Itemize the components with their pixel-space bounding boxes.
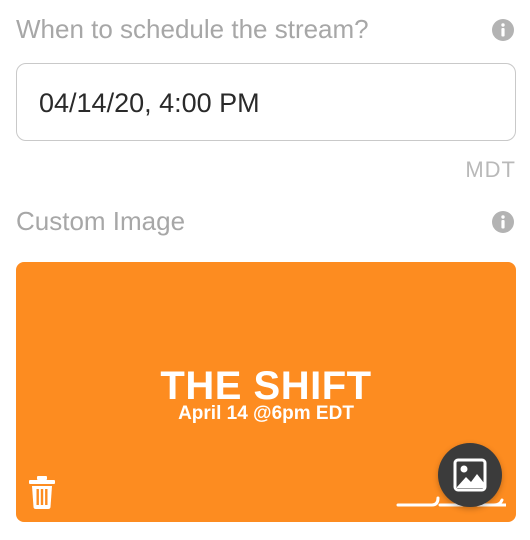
schedule-datetime-value: 04/14/20, 4:00 PM bbox=[39, 88, 260, 118]
custom-image-label: Custom Image bbox=[16, 206, 186, 236]
timezone-label: MDT bbox=[465, 157, 516, 182]
image-subtitle-text: April 14 @6pm EDT bbox=[178, 403, 354, 424]
change-image-button[interactable] bbox=[438, 443, 502, 507]
schedule-datetime-input[interactable]: 04/14/20, 4:00 PM bbox=[16, 63, 516, 141]
schedule-label: When to schedule the stream? bbox=[16, 14, 369, 44]
trash-icon[interactable] bbox=[26, 474, 58, 510]
custom-image-info-icon[interactable] bbox=[492, 211, 514, 233]
schedule-info-icon[interactable] bbox=[492, 19, 514, 41]
image-icon bbox=[453, 458, 487, 492]
custom-image-preview[interactable]: THE SHIFT April 14 @6pm EDT bbox=[16, 262, 516, 522]
